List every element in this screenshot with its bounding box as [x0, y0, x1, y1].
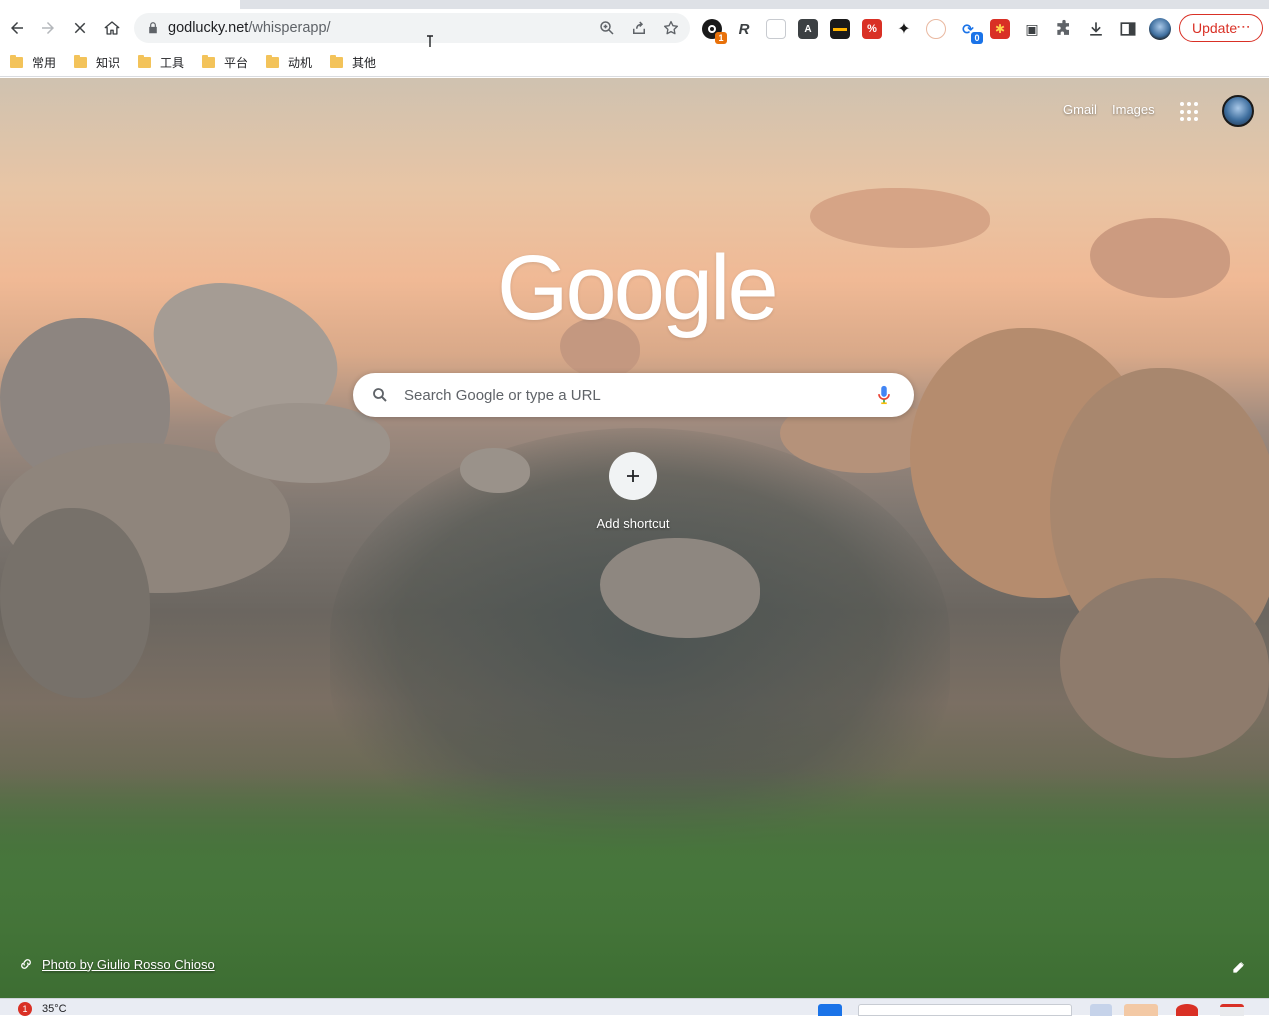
update-label: Update [1192, 20, 1238, 36]
background-rock [810, 188, 990, 248]
taskbar-app-icon[interactable] [1090, 1004, 1112, 1016]
bookmarks-bar: 常用 知识 工具 平台 动机 其他 [0, 47, 1269, 77]
extension-3-icon[interactable] [766, 19, 786, 39]
bookmark-label: 动机 [288, 55, 313, 70]
add-shortcut-tile[interactable]: Add shortcut [590, 452, 676, 532]
photo-attribution-text: Photo by Giulio Rosso Chioso [42, 956, 215, 972]
share-icon[interactable] [630, 19, 648, 37]
customize-button[interactable] [1226, 956, 1252, 978]
arrow-right-icon [42, 22, 54, 34]
active-tab[interactable] [0, 0, 240, 9]
extension-2-icon[interactable]: R [734, 19, 754, 39]
close-icon [74, 22, 86, 34]
new-tab-page: Gmail Images Google Add shortcut Photo b… [0, 78, 1269, 998]
extension-7-icon[interactable]: ✦ [894, 19, 914, 39]
lock-icon[interactable] [146, 21, 160, 35]
add-shortcut-label: Add shortcut [596, 516, 670, 531]
background-rock [0, 508, 150, 698]
folder-icon [202, 54, 215, 68]
photo-attribution-link[interactable]: Photo by Giulio Rosso Chioso [18, 955, 215, 973]
taskbar-search[interactable] [858, 1004, 1072, 1016]
folder-icon [330, 54, 343, 68]
side-panel-icon[interactable] [1118, 19, 1138, 39]
folder-icon [138, 54, 151, 68]
home-button[interactable] [97, 13, 127, 43]
account-avatar[interactable] [1222, 95, 1254, 127]
gmail-link[interactable]: Gmail [1063, 102, 1097, 117]
extension-5-icon[interactable] [830, 19, 850, 39]
bookmark-label: 平台 [224, 55, 249, 70]
extension-8-icon[interactable] [926, 19, 946, 39]
taskbar-app-icon[interactable] [1176, 1004, 1198, 1016]
weather-temperature: 35°C [42, 1003, 67, 1015]
os-taskbar: 1 35°C [0, 998, 1269, 1016]
search-input[interactable] [404, 385, 864, 405]
tab-strip [0, 0, 1269, 9]
bookmark-label: 工具 [160, 55, 185, 70]
bookmark-folder[interactable]: 知识 [74, 53, 120, 71]
address-bar[interactable]: godlucky.net/whisperapp/ [134, 13, 690, 43]
extension-badge: 1 [715, 32, 727, 44]
extension-9-icon[interactable]: ⟳ 0 [958, 19, 983, 44]
bookmark-folder[interactable]: 动机 [266, 53, 312, 71]
puzzle-icon[interactable] [1054, 19, 1074, 39]
google-logo: Google [497, 237, 779, 339]
plus-icon [627, 470, 639, 482]
bookmark-folder[interactable]: 平台 [202, 53, 248, 71]
bookmark-label: 常用 [32, 55, 57, 70]
weather-badge: 1 [18, 1002, 32, 1016]
address-url[interactable]: godlucky.net/whisperapp/ [168, 20, 331, 36]
bookmark-label: 其他 [352, 55, 377, 70]
stop-loading-button[interactable] [65, 13, 95, 43]
profile-avatar[interactable] [1149, 18, 1171, 40]
folder-icon [266, 54, 279, 68]
arrow-left-icon [11, 22, 23, 34]
address-host: godlucky.net [168, 20, 249, 36]
folder-icon [74, 54, 87, 68]
address-path: /whisperapp/ [248, 20, 331, 36]
folder-icon [10, 54, 23, 68]
update-button[interactable]: Update ⋮ [1179, 14, 1263, 42]
add-shortcut-button[interactable] [609, 452, 657, 500]
home-icon [104, 21, 120, 35]
extension-4-icon[interactable]: A [798, 19, 818, 39]
back-button[interactable] [2, 13, 32, 43]
microphone-icon[interactable] [875, 384, 893, 406]
extension-6-icon[interactable]: % [862, 19, 882, 39]
start-icon[interactable] [818, 1004, 842, 1016]
bookmark-folder[interactable]: 常用 [10, 53, 56, 71]
star-icon[interactable] [662, 19, 680, 37]
search-icon [373, 388, 387, 402]
more-vert-icon[interactable]: ⋮ [1236, 20, 1252, 34]
taskbar-app-icon[interactable] [1220, 1004, 1244, 1016]
zoom-icon[interactable] [598, 19, 616, 37]
download-icon[interactable] [1086, 19, 1106, 39]
weather-widget[interactable]: 1 35°C [18, 1002, 67, 1016]
forward-button[interactable] [33, 13, 63, 43]
browser-toolbar: godlucky.net/whisperapp/ 1 R A % ✦ ⟳ 0 ✱… [0, 9, 1269, 53]
bookmark-folder[interactable]: 工具 [138, 53, 184, 71]
background-rock [1090, 218, 1230, 298]
link-icon [21, 959, 31, 969]
taskbar-app-icon[interactable] [1124, 1004, 1158, 1016]
pencil-icon [1233, 962, 1244, 973]
bookmark-folder[interactable]: 其他 [330, 53, 376, 71]
apps-grid-icon[interactable] [1180, 102, 1200, 122]
bookmark-label: 知识 [96, 55, 121, 70]
background-rock [1060, 578, 1269, 758]
extension-badge: 0 [971, 32, 983, 44]
extension-10-icon[interactable]: ✱ [990, 19, 1010, 39]
images-link[interactable]: Images [1112, 102, 1155, 117]
background-rock [460, 448, 530, 493]
extension-1-icon[interactable]: 1 [702, 19, 727, 44]
search-box[interactable] [353, 373, 914, 417]
tab-search-icon[interactable]: ▣ [1022, 19, 1042, 39]
